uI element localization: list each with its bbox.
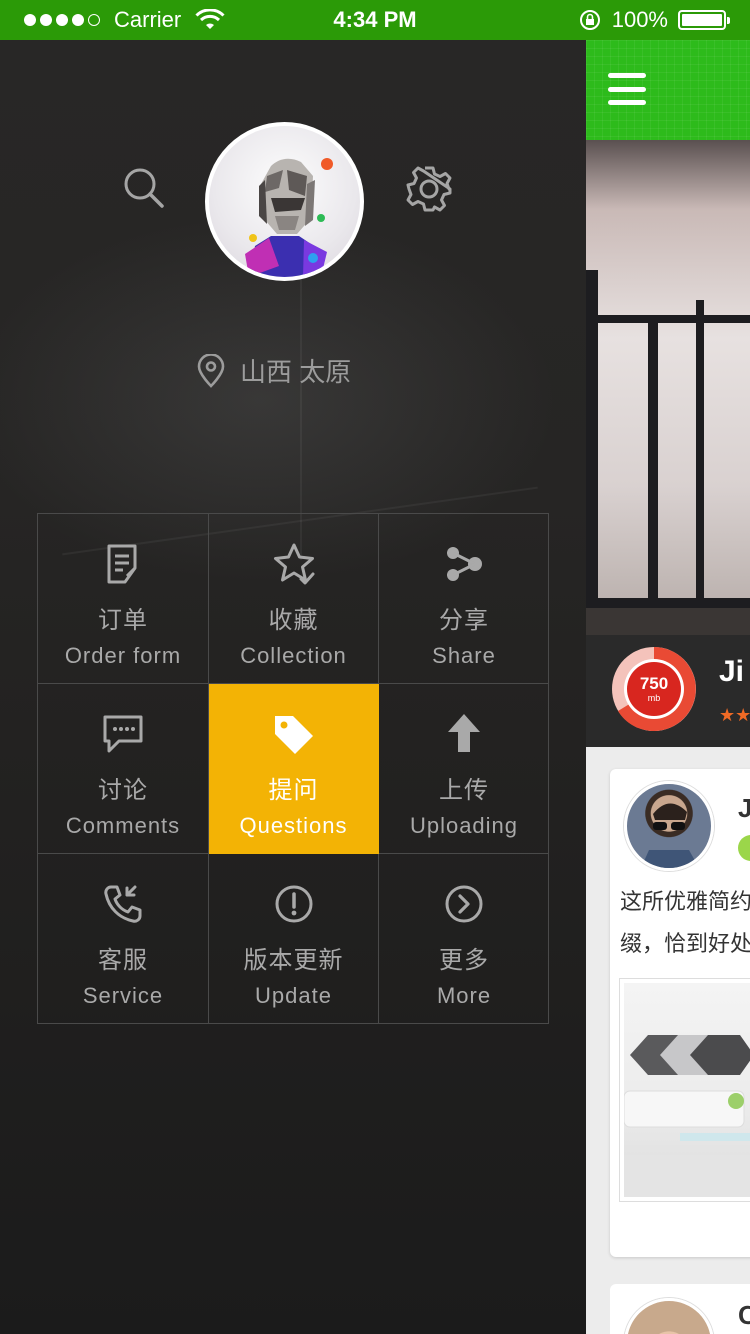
phone-icon xyxy=(104,885,142,923)
menu-item-label-en: Share xyxy=(432,643,496,668)
rating-stars: ★★ xyxy=(719,705,750,725)
post-author-avatar[interactable] xyxy=(624,781,714,871)
menu-item-label-zh: 更多 xyxy=(439,947,489,974)
location-text: 山西 太原 xyxy=(240,357,352,387)
hamburger-icon xyxy=(608,73,646,78)
settings-button[interactable] xyxy=(400,160,458,218)
menu-item-service[interactable]: 客服 Service xyxy=(38,854,209,1024)
gauge-unit: mb xyxy=(647,693,661,703)
post-card[interactable]: C xyxy=(610,1284,750,1334)
chevron-right-icon xyxy=(445,885,483,923)
menu-item-label-en: More xyxy=(436,983,492,1008)
menu-item-label-zh: 提问 xyxy=(268,777,319,804)
menu-item-label-en: Order form xyxy=(64,643,182,668)
menu-item-label-en: Service xyxy=(82,983,164,1008)
comment-icon xyxy=(103,715,143,753)
main-content-panel[interactable]: 750 mb Ji ★★ J 这所优雅简约 缀，恰到好处 C xyxy=(586,40,750,1334)
hero-image[interactable] xyxy=(586,140,750,635)
upload-icon xyxy=(448,714,480,752)
battery-percentage: 100% xyxy=(611,7,668,32)
menu-grid: 订单 Order form 收藏 Collection 分享 Share 讨论 … xyxy=(37,513,549,1024)
menu-item-label-zh: 收藏 xyxy=(268,607,319,634)
avatar-portrait-image xyxy=(245,158,333,277)
menu-item-uploading[interactable]: 上传 Uploading xyxy=(379,684,549,854)
menu-item-label-zh: 分享 xyxy=(439,607,489,634)
post-image[interactable] xyxy=(620,979,750,1201)
menu-item-more[interactable]: 更多 More xyxy=(379,854,549,1024)
profile-header xyxy=(0,40,586,300)
star-icon xyxy=(273,543,314,585)
menu-item-label-en: Comments xyxy=(65,813,181,838)
menu-item-order-form[interactable]: 订单 Order form xyxy=(38,514,209,684)
menu-item-label-en: Collection xyxy=(240,643,347,668)
app-header xyxy=(586,40,750,140)
search-icon xyxy=(124,168,164,208)
location-display: 山西 太原 xyxy=(196,352,351,389)
menu-item-comments[interactable]: 讨论 Comments xyxy=(38,684,209,854)
carrier-label: Carrier xyxy=(114,7,182,32)
orientation-lock-icon xyxy=(579,10,600,30)
alert-icon xyxy=(275,885,312,923)
hero-info-bar: 750 mb Ji ★★ xyxy=(586,635,750,747)
tag-icon xyxy=(274,716,313,754)
menu-item-collection[interactable]: 收藏 Collection xyxy=(209,514,379,684)
search-button[interactable] xyxy=(116,160,172,216)
user-avatar[interactable] xyxy=(205,122,364,281)
wifi-icon xyxy=(195,9,225,29)
menu-item-label-zh: 讨论 xyxy=(98,777,148,804)
post-author-name: C xyxy=(738,1300,750,1330)
menu-item-label-en: Questions xyxy=(239,813,348,838)
location-pin-icon xyxy=(197,353,225,388)
menu-item-label-en: Uploading xyxy=(409,813,519,838)
post-card[interactable]: J 这所优雅简约 缀，恰到好处 xyxy=(610,769,750,1257)
gear-icon xyxy=(406,166,452,212)
author-portrait-image xyxy=(641,803,699,868)
battery-icon xyxy=(678,10,730,30)
menu-item-label-zh: 版本更新 xyxy=(243,947,344,974)
menu-item-update[interactable]: 版本更新 Update xyxy=(209,854,379,1024)
navigation-drawer: 山西 太原 订单 Order form 收藏 Collection 分享 Sha… xyxy=(0,40,586,1334)
menu-item-share[interactable]: 分享 Share xyxy=(379,514,549,684)
menu-item-label-zh: 客服 xyxy=(98,947,148,974)
order-icon xyxy=(107,544,137,584)
status-bar: Carrier 4:34 PM 100% xyxy=(0,0,750,40)
post-author-avatar[interactable] xyxy=(624,1298,714,1334)
menu-item-questions[interactable]: 提问 Questions xyxy=(209,684,379,854)
gauge-value: 750 xyxy=(639,674,669,693)
signal-strength-icon xyxy=(24,14,100,26)
hamburger-menu-button[interactable] xyxy=(608,70,646,108)
menu-item-label-zh: 上传 xyxy=(439,777,489,804)
menu-item-label-zh: 订单 xyxy=(98,607,148,634)
author-badge-icon xyxy=(738,835,750,861)
share-icon xyxy=(447,547,482,581)
menu-item-label-en: Update xyxy=(255,983,332,1008)
post-text: 这所优雅简约 缀，恰到好处 xyxy=(620,889,750,956)
post-author-name: J xyxy=(738,793,750,823)
hero-title: Ji xyxy=(719,655,745,688)
living-room-image xyxy=(624,1035,750,1197)
